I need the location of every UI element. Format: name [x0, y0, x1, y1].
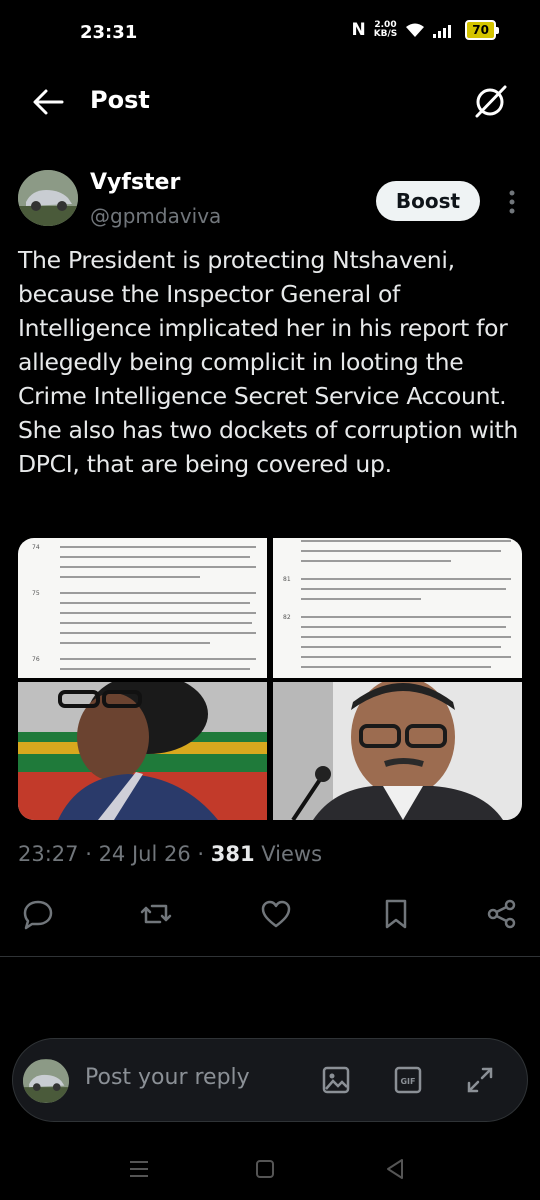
document-image-right[interactable]: 81 82: [273, 538, 522, 678]
battery-level: 70: [472, 23, 489, 37]
photo-man[interactable]: [273, 682, 522, 820]
recents-icon[interactable]: [124, 1154, 154, 1184]
page-title: Post: [90, 86, 150, 114]
like-icon[interactable]: [260, 898, 292, 930]
document-image-left[interactable]: 74 75 76: [18, 538, 267, 678]
action-bar: [0, 892, 540, 936]
svg-text:GIF: GIF: [400, 1077, 415, 1086]
author-handle[interactable]: @gpmdaviva: [90, 204, 221, 228]
battery-indicator: 70: [465, 20, 499, 40]
gif-icon[interactable]: GIF: [393, 1065, 423, 1095]
net-speed-unit: KB/S: [373, 29, 398, 39]
nfc-icon: N: [351, 20, 366, 40]
more-options-icon[interactable]: [500, 188, 524, 216]
status-icons: N 2.00 KB/S 70: [351, 20, 499, 40]
views-label: Views: [261, 842, 323, 866]
media-grid: 74 75 76 81 82: [18, 538, 522, 820]
repost-icon[interactable]: [140, 898, 172, 930]
back-arrow-icon[interactable]: [30, 86, 66, 118]
post-date: 24 Jul 26: [98, 842, 191, 866]
boost-button[interactable]: Boost: [376, 181, 480, 221]
status-time: 23:31: [80, 22, 138, 43]
grok-icon[interactable]: [470, 82, 510, 122]
paragraph-number: 82: [283, 614, 291, 621]
reply-input[interactable]: [85, 1065, 295, 1090]
network-speed: 2.00 KB/S: [374, 21, 398, 39]
paragraph-number: 74: [32, 544, 40, 551]
author-name[interactable]: Vyfster: [90, 170, 180, 195]
paragraph-number: 81: [283, 576, 291, 583]
views-count[interactable]: 381: [211, 842, 255, 866]
expand-icon[interactable]: [465, 1065, 495, 1095]
divider: [0, 956, 540, 957]
photo-woman[interactable]: [18, 682, 267, 820]
reply-icon[interactable]: [22, 898, 54, 930]
post-meta: 23:27 · 24 Jul 26 · 381 Views: [18, 842, 323, 866]
paragraph-number: 76: [32, 656, 40, 663]
bookmark-icon[interactable]: [380, 898, 412, 930]
signal-icon: [433, 25, 452, 38]
status-bar: 23:31 N 2.00 KB/S 70: [0, 0, 540, 66]
post-header: Post: [0, 72, 540, 132]
post-text: The President is protecting Ntshaveni, b…: [18, 246, 519, 478]
paragraph-number: 75: [32, 590, 40, 597]
share-icon[interactable]: [486, 898, 518, 930]
reply-bar: GIF: [12, 1038, 528, 1122]
home-icon[interactable]: [250, 1154, 280, 1184]
system-nav-bar: [0, 1140, 540, 1200]
user-avatar: [23, 1059, 69, 1103]
author-avatar[interactable]: [18, 170, 78, 226]
image-icon[interactable]: [321, 1065, 351, 1095]
back-icon[interactable]: [380, 1154, 410, 1184]
wifi-icon: [406, 23, 425, 37]
post-time: 23:27: [18, 842, 79, 866]
